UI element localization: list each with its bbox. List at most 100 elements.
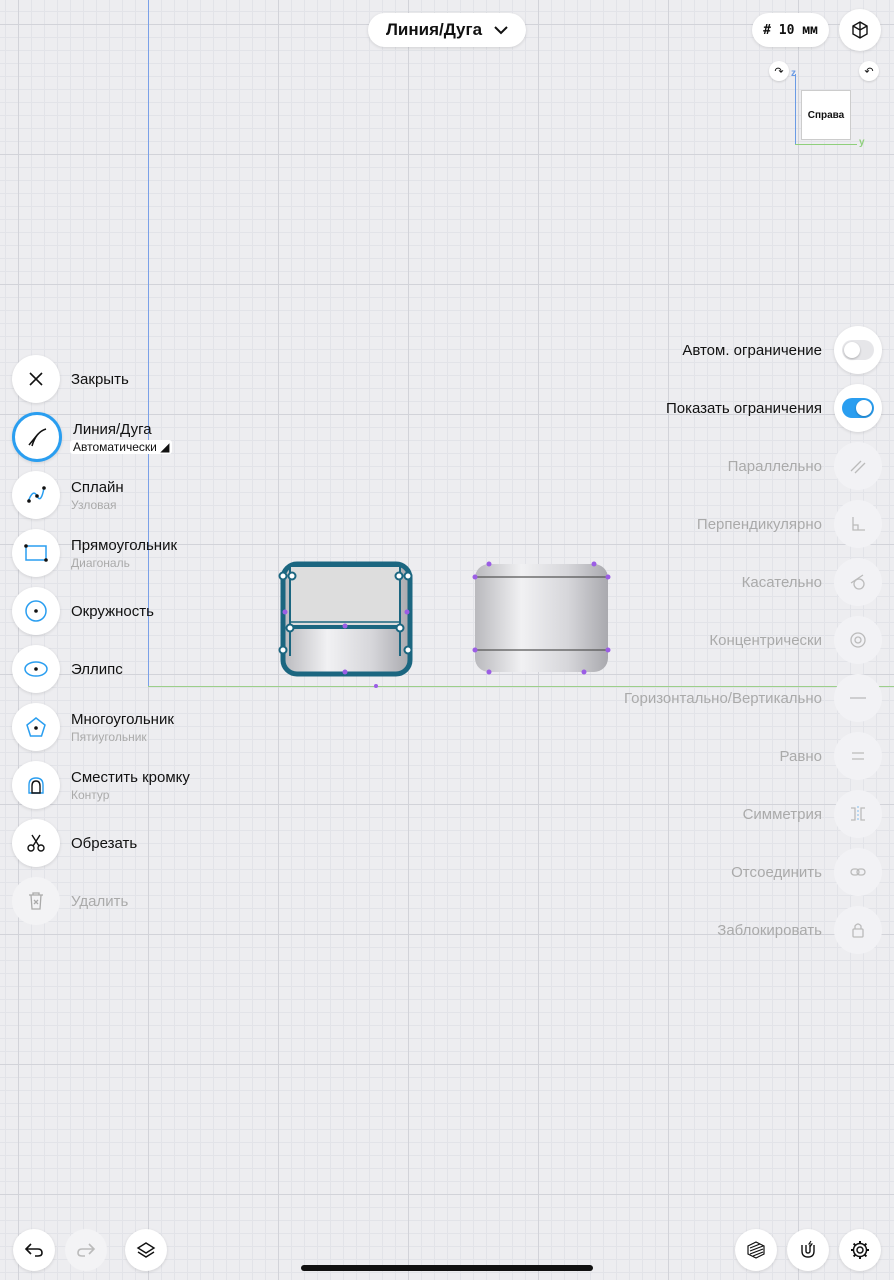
right-cup-shape[interactable] (472, 561, 611, 675)
polygon-button[interactable] (12, 703, 60, 751)
mode-label: Линия/Дуга (385, 20, 483, 39)
constraint-lock: Заблокировать (717, 906, 882, 954)
grid-size-button[interactable]: # 10 мм (752, 13, 829, 47)
lock-button (834, 906, 882, 954)
horizontal-line-icon (850, 697, 866, 699)
trim-button[interactable] (12, 819, 60, 867)
cube-face-label: Справа (807, 109, 845, 121)
parallel-button (834, 442, 882, 490)
tool-sub-label[interactable]: Автоматически ◢ (70, 439, 173, 454)
tool-close[interactable]: Закрыть (12, 355, 129, 403)
tool-spline[interactable]: Сплайн Узловая (12, 471, 124, 519)
display-mode-button[interactable] (735, 1229, 777, 1271)
sketch-canvas[interactable] (270, 556, 620, 691)
tool-label: Сплайн (71, 478, 124, 496)
equal-button (834, 732, 882, 780)
constraint-parallel: Параллельно (728, 442, 882, 490)
close-button[interactable] (12, 355, 60, 403)
left-cup-sketch[interactable] (278, 561, 413, 688)
perpendicular-button (834, 500, 882, 548)
ellipse-icon (24, 661, 48, 677)
z-axis-label: z (791, 68, 796, 79)
cube-icon (852, 21, 868, 39)
trash-icon (29, 892, 43, 910)
tool-circle[interactable]: Окружность (12, 587, 154, 635)
tool-label: Удалить (71, 892, 129, 910)
delete-button (12, 877, 60, 925)
constraint-equal: Равно (780, 732, 882, 780)
rotate-right-button[interactable]: ↷ (769, 61, 789, 81)
tool-label: Сместить кромку (71, 768, 190, 786)
line-arc-icon (28, 428, 47, 447)
constraint-label: Равно (779, 747, 822, 765)
show-constraints-toggle-wrap[interactable] (834, 384, 882, 432)
tool-ellipse[interactable]: Эллипс (12, 645, 123, 693)
constraint-label: Показать ограничения (665, 399, 822, 417)
layers-button[interactable] (125, 1229, 167, 1271)
show-constraints-toggle[interactable] (842, 398, 874, 418)
constraint-label: Горизонтально/Вертикально (624, 689, 822, 707)
tool-polygon[interactable]: Многоугольник Пятиугольник (12, 703, 174, 751)
constraint-label: Автом. ограничение (682, 341, 822, 359)
auto-constraint-toggle-wrap[interactable] (834, 326, 882, 374)
tool-trim[interactable]: Обрезать (12, 819, 137, 867)
tangent-button (834, 558, 882, 606)
symmetry-button (834, 790, 882, 838)
constraint-label: Концентрически (709, 631, 822, 649)
constraint-concentric: Концентрически (709, 616, 882, 664)
offset-edge-icon (28, 777, 44, 794)
auto-constraint-toggle[interactable] (842, 340, 874, 360)
tool-label: Прямоугольник (71, 536, 178, 554)
rectangle-icon (24, 544, 48, 562)
tool-sub-label: Пятиугольник (71, 729, 147, 744)
close-icon (29, 372, 43, 386)
z-axis-line (795, 74, 796, 144)
rectangle-button[interactable] (12, 529, 60, 577)
line-arc-button[interactable] (12, 412, 62, 462)
circle-button[interactable] (12, 587, 60, 635)
tool-line-arc[interactable]: Линия/Дуга Автоматически ◢ (12, 412, 173, 462)
parallel-icon (850, 460, 866, 474)
tool-label: Обрезать (71, 834, 138, 852)
pentagon-icon (26, 717, 46, 737)
settings-button[interactable] (839, 1229, 881, 1271)
snap-button[interactable] (787, 1229, 829, 1271)
offset-edge-button[interactable] (12, 761, 60, 809)
magnet-icon (801, 1240, 815, 1258)
redo-button (65, 1229, 107, 1271)
y-axis-label: y (859, 137, 865, 148)
constraint-label: Заблокировать (717, 921, 822, 939)
undo-button[interactable] (13, 1229, 55, 1271)
tool-label: Линия/Дуга (73, 420, 152, 438)
tool-label: Многоугольник (71, 710, 174, 728)
concentric-icon (850, 632, 866, 648)
constraint-label: Перпендикулярно (696, 515, 822, 533)
tool-label: Эллипс (71, 660, 123, 678)
constraint-tangent: Касательно (742, 558, 882, 606)
cube-face-right[interactable]: Справа (801, 90, 851, 140)
undo-icon (24, 1243, 43, 1257)
tool-offset-edge[interactable]: Сместить кромку Контур (12, 761, 190, 809)
constraint-detach: Отсоединить (731, 848, 882, 896)
redo-icon (77, 1243, 96, 1257)
grid-size-label: # 10 мм (763, 22, 818, 38)
gear-icon (851, 1241, 869, 1259)
mode-selector[interactable]: Линия/Дуга (368, 13, 526, 47)
constraint-symmetry: Симметрия (743, 790, 882, 838)
tool-rectangle[interactable]: Прямоугольник Диагональ (12, 529, 177, 577)
view-mode-button[interactable] (839, 9, 881, 51)
rotate-left-button[interactable]: ↶ (859, 61, 879, 81)
rotate-ccw-icon: ↶ (864, 65, 874, 78)
spline-icon (27, 486, 46, 503)
equal-icon (852, 752, 864, 760)
tool-label: Окружность (71, 602, 154, 620)
tool-sub-label: Диагональ (71, 555, 130, 570)
tool-label: Закрыть (71, 370, 129, 388)
show-constraints-row[interactable]: Показать ограничения (666, 384, 882, 432)
auto-constraint-row[interactable]: Автом. ограничение (682, 326, 882, 374)
spline-button[interactable] (12, 471, 60, 519)
layers-icon (136, 1242, 156, 1258)
striped-cube-icon (747, 1241, 765, 1259)
home-indicator[interactable] (301, 1265, 593, 1271)
ellipse-button[interactable] (12, 645, 60, 693)
